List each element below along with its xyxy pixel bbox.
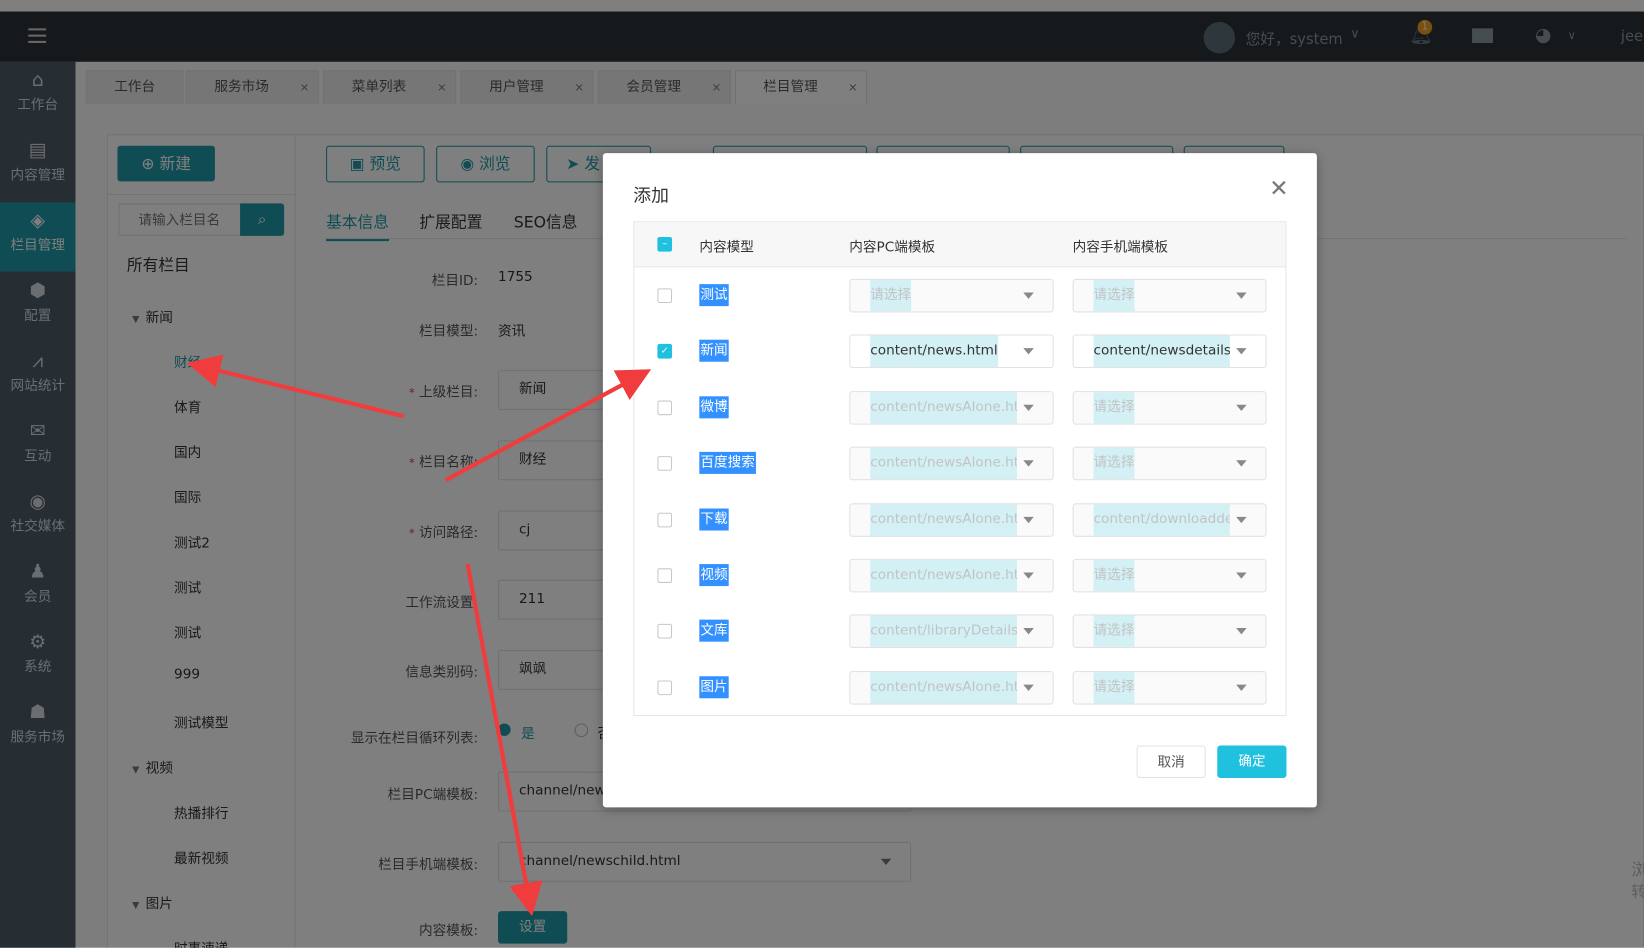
screen: 您好，system ∨ 🔔︎ 1 ◕ ∨ jeec ⌂工作台▤内容管理◈栏目管理… bbox=[0, 0, 1644, 948]
arrow-to-checkbox bbox=[444, 369, 652, 483]
annotation-arrows bbox=[186, 354, 652, 917]
arrow-to-category bbox=[186, 354, 405, 419]
arrow-to-set-button bbox=[465, 563, 543, 917]
